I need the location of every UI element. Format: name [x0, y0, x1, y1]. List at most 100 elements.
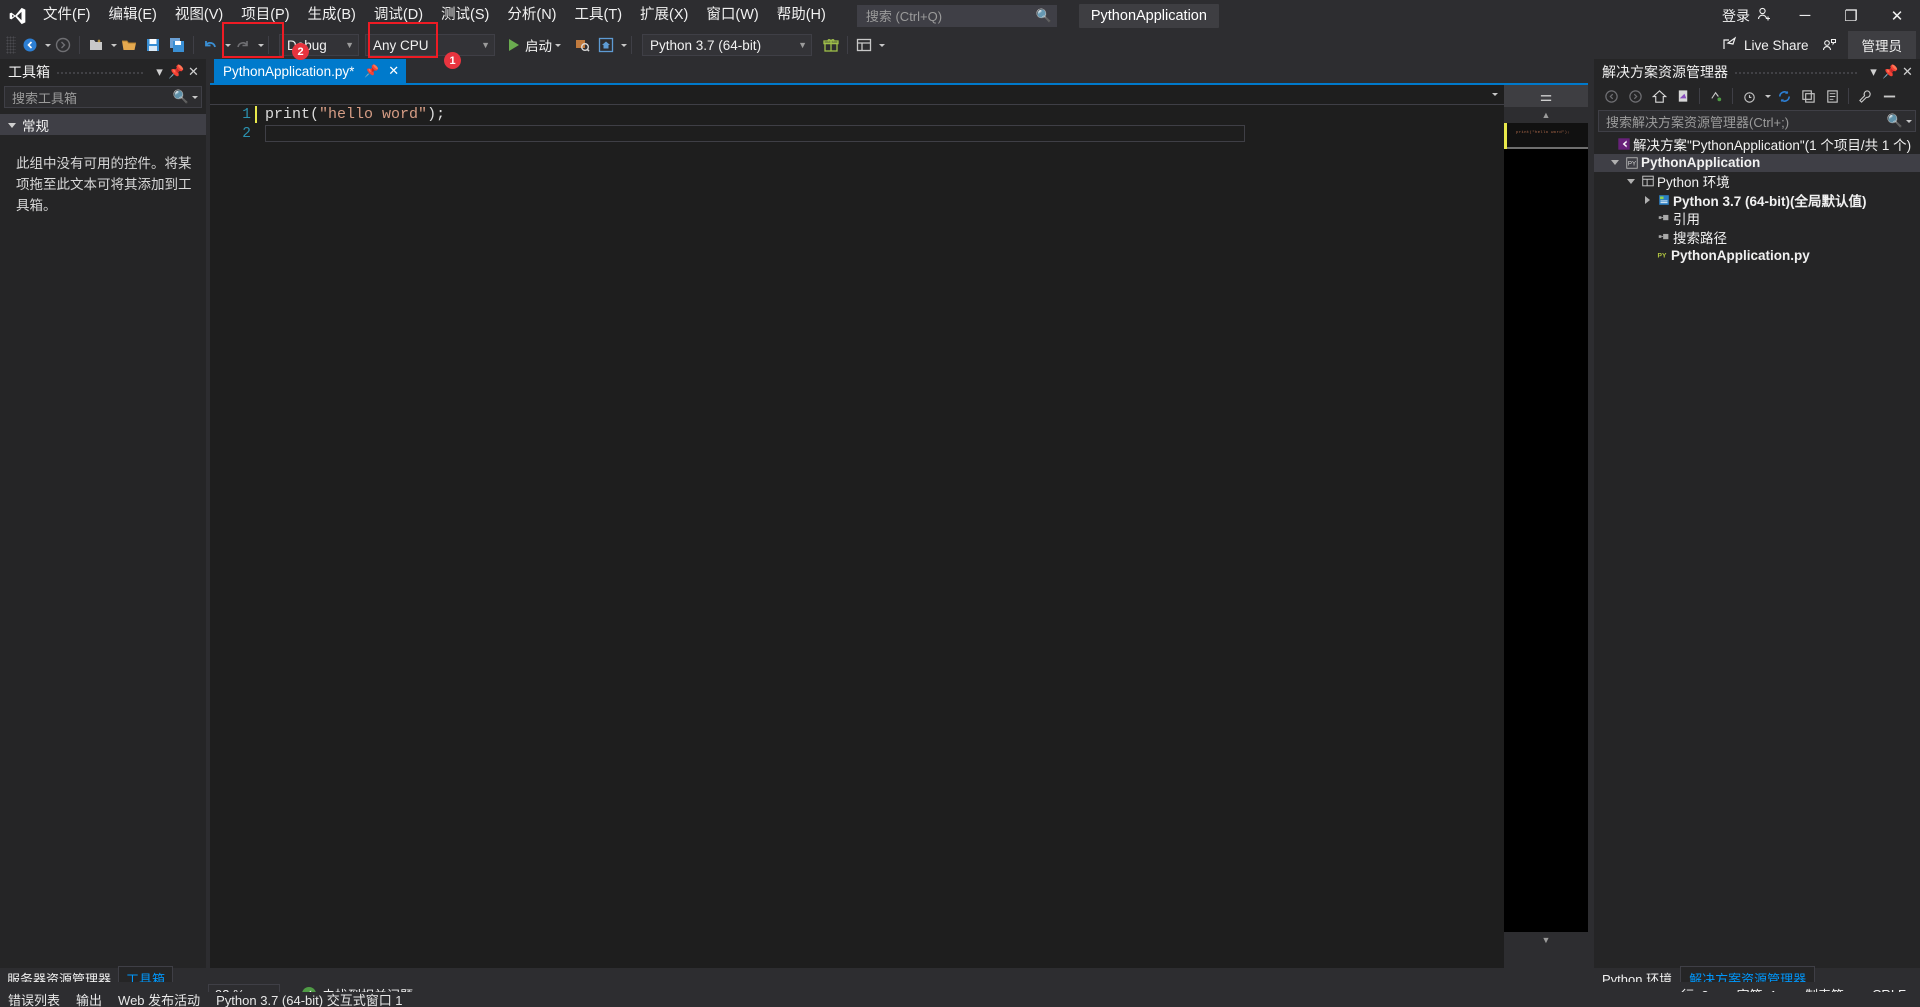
menu-help[interactable]: 帮助(H)	[768, 0, 835, 31]
undo-dropdown-icon[interactable]	[225, 44, 231, 47]
expander-open-icon[interactable]	[1608, 160, 1622, 165]
preview-icon[interactable]	[1878, 86, 1900, 106]
attach-process-icon[interactable]	[571, 34, 593, 56]
pin-icon[interactable]: 📌	[364, 64, 379, 78]
minimap-body[interactable]: print("hello word");	[1504, 123, 1588, 932]
dock-error-list[interactable]: 错误列表	[0, 990, 68, 1007]
standard-toolbar: Debug ▼ Any CPU ▼ 启动 Python 3.7 (64-bit)…	[0, 31, 1920, 59]
sync-with-active-document-icon[interactable]	[1672, 86, 1694, 106]
solution-explorer-search-input[interactable]: 搜索解决方案资源管理器(Ctrl+;) 🔍	[1598, 110, 1916, 132]
pending-changes-filter-icon[interactable]	[1738, 86, 1760, 106]
toolbox-search-input[interactable]: 搜索工具箱 🔍	[4, 86, 202, 108]
start-debug-dropdown-icon[interactable]	[555, 44, 561, 47]
redo-dropdown-icon[interactable]	[258, 44, 264, 47]
chevron-down-icon: ▼	[481, 40, 490, 50]
menu-extensions[interactable]: 扩展(X)	[631, 0, 697, 31]
minimize-button[interactable]: ─	[1782, 0, 1828, 31]
nav-back-icon[interactable]	[1600, 86, 1622, 106]
code-line-2: 2	[210, 124, 1504, 143]
chevron-down-icon[interactable]: ▾	[1865, 62, 1882, 81]
refresh-icon[interactable]	[1773, 86, 1795, 106]
solution-configuration-combo[interactable]: Debug ▼	[279, 34, 359, 56]
close-button[interactable]: ✕	[1874, 0, 1920, 31]
navigate-forward-icon[interactable]	[52, 34, 74, 56]
quick-launch-search[interactable]: 搜索 (Ctrl+Q) 🔍	[857, 5, 1057, 27]
view-code-icon[interactable]	[1821, 86, 1843, 106]
menu-debug[interactable]: 调试(D)	[365, 0, 432, 31]
window-layout-dropdown-icon[interactable]	[879, 44, 885, 47]
editor-tab-pythonapplication[interactable]: PythonApplication.py* 📌 ✕	[214, 59, 406, 83]
live-share-button[interactable]: Live Share	[1714, 36, 1817, 55]
references-icon	[1654, 211, 1673, 225]
pending-changes-dropdown-icon[interactable]	[1765, 95, 1771, 98]
menu-view[interactable]: 视图(V)	[166, 0, 232, 31]
home-icon[interactable]	[1648, 86, 1670, 106]
save-icon[interactable]	[142, 34, 164, 56]
home-icon[interactable]	[595, 34, 617, 56]
minimap-viewport[interactable]: print("hello word");	[1504, 123, 1588, 149]
close-icon[interactable]: ✕	[185, 62, 202, 81]
sign-in-button[interactable]: 登录	[1712, 6, 1782, 26]
expander-closed-icon[interactable]	[1640, 196, 1654, 204]
search-options-dropdown-icon[interactable]	[1906, 120, 1912, 123]
tree-item-python-interpreter[interactable]: Python 3.7 (64-bit)(全局默认值)	[1594, 191, 1920, 210]
code-editor-surface[interactable]: 1 print("hello word"); 2	[210, 105, 1504, 968]
dock-python-interactive[interactable]: Python 3.7 (64-bit) 交互式窗口 1	[208, 990, 410, 1007]
dock-web-publish[interactable]: Web 发布活动	[110, 990, 208, 1007]
solution-platform-combo[interactable]: Any CPU ▼	[365, 34, 495, 56]
close-icon[interactable]: ✕	[1899, 62, 1916, 81]
start-debug-button[interactable]: 启动	[505, 34, 565, 56]
save-all-icon[interactable]	[166, 34, 188, 56]
tree-item-project[interactable]: PY PythonApplication	[1594, 154, 1920, 173]
menu-window[interactable]: 窗口(W)	[697, 0, 767, 31]
toolbox-group-general[interactable]: 常规	[0, 114, 206, 135]
menu-project[interactable]: 项目(P)	[232, 0, 298, 31]
maximize-restore-button[interactable]: ❐	[1828, 0, 1874, 31]
pin-icon[interactable]: 📌	[1882, 62, 1899, 81]
tree-item-solution[interactable]: 解决方案"PythonApplication"(1 个项目/共 1 个)	[1594, 135, 1920, 154]
menu-file[interactable]: 文件(F)	[34, 0, 100, 31]
split-view-icon[interactable]: ⚌	[1504, 85, 1588, 107]
menu-edit[interactable]: 编辑(E)	[100, 0, 166, 31]
close-icon[interactable]: ✕	[388, 63, 399, 79]
expander-open-icon[interactable]	[1624, 179, 1638, 184]
menu-build[interactable]: 生成(B)	[299, 0, 365, 31]
solution-explorer-drag-dots	[1734, 59, 1859, 84]
chevron-down-icon[interactable]	[1492, 93, 1498, 96]
open-file-icon[interactable]	[118, 34, 140, 56]
chevron-down-icon[interactable]: ▾	[151, 62, 168, 81]
collapse-all-icon[interactable]	[1797, 86, 1819, 106]
navigate-back-dropdown-icon[interactable]	[45, 44, 51, 47]
window-layout-icon[interactable]	[853, 34, 875, 56]
live-share-icon	[1722, 36, 1738, 55]
start-debug-label: 启动	[525, 35, 552, 55]
show-all-files-icon[interactable]	[1705, 86, 1727, 106]
menu-test[interactable]: 测试(S)	[432, 0, 498, 31]
python-interpreter-combo[interactable]: Python 3.7 (64-bit) ▼	[642, 34, 812, 56]
properties-icon[interactable]	[1854, 86, 1876, 106]
undo-icon[interactable]	[199, 34, 221, 56]
navigate-back-icon[interactable]	[19, 34, 41, 56]
nav-forward-icon[interactable]	[1624, 86, 1646, 106]
pin-icon[interactable]: 📌	[168, 62, 185, 81]
tree-item-search-paths[interactable]: 搜索路径	[1594, 228, 1920, 247]
tree-item-python-environments[interactable]: Python 环境	[1594, 172, 1920, 191]
home-dropdown-icon[interactable]	[621, 44, 627, 47]
dock-output[interactable]: 输出	[68, 990, 110, 1007]
menu-analyze[interactable]: 分析(N)	[498, 0, 565, 31]
tree-item-references[interactable]: 引用	[1594, 209, 1920, 228]
toolbox-empty-message: 此组中没有可用的控件。将某项拖至此文本可将其添加到工具箱。	[0, 135, 206, 216]
scroll-up-icon[interactable]: ▲	[1504, 107, 1588, 123]
new-project-dropdown-icon[interactable]	[111, 44, 117, 47]
new-project-icon[interactable]	[85, 34, 107, 56]
feedback-icon[interactable]	[1818, 34, 1840, 56]
toolbar-grip[interactable]	[6, 36, 16, 54]
tree-item-label: Python 3.7 (64-bit)(全局默认值)	[1673, 190, 1867, 210]
scroll-down-icon[interactable]: ▼	[1504, 932, 1588, 948]
menu-tools[interactable]: 工具(T)	[566, 0, 632, 31]
redo-icon[interactable]	[232, 34, 254, 56]
search-options-dropdown-icon[interactable]	[192, 96, 198, 99]
gift-icon[interactable]	[820, 34, 842, 56]
editor-minimap[interactable]: ⚌ ▲ print("hello word"); ▼	[1504, 85, 1588, 968]
tree-item-python-file[interactable]: PY PythonApplication.py	[1594, 246, 1920, 265]
